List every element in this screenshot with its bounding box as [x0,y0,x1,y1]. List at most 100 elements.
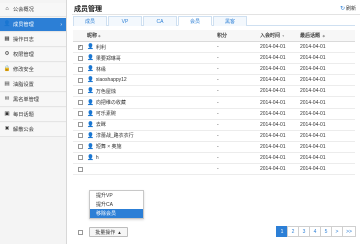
page-link[interactable]: >> [342,226,356,237]
member-joined: 2014-04-01 [260,88,286,95]
row-checkbox[interactable]: ✓ [77,44,83,50]
user-icon: 👤 [87,121,94,128]
tab-3[interactable]: 会员 [178,16,212,26]
member-name[interactable]: 果要郑琳哥 [96,55,121,62]
row-checkbox[interactable] [77,133,83,139]
header-points-label: 积分 [217,33,228,39]
chevron-right-icon: › [60,21,62,28]
user-icon: 👤 [87,66,94,73]
member-name[interactable]: 万色屋烛 [96,88,116,95]
sidebar-item-2[interactable]: ▦ 操作日志 [0,33,66,47]
member-joined: 2014-04-01 [260,143,286,150]
member-name[interactable]: 向把维の收藏 [96,99,126,106]
table-body: ✓ 👤 利利 -2014-04-01 2014-04-01 👤 果要郑琳哥 -2014-04-… [73,42,355,176]
table-row[interactable]: 👤 可乐素碗 - 2014-04-01 2014-04-01 [73,109,355,120]
sidebar-item-6[interactable]: ✉ 黑名单管理 [0,93,66,107]
row-checkbox[interactable] [77,77,83,83]
row-checkbox[interactable] [77,166,83,172]
member-name[interactable]: h [96,155,99,161]
table-row[interactable]: 👤 淳蕾战_路衣衣行 - 2014-04-01 2014-04-01 [73,131,355,142]
table-row[interactable]: ✓ 👤 利利 - 2014-04-01 2014-04-01 [73,42,355,54]
header-joined-label: 入会时间 [260,33,281,39]
tab-0[interactable]: 成员 [73,16,107,26]
sidebar-item-label: 成员管理 [13,22,34,28]
bulk-option[interactable]: 提升CA [90,200,143,209]
sidebar-item-label: 黑名单管理 [13,97,39,103]
member-last: 2014-04-01 [300,77,326,84]
tab-2[interactable]: CA [143,16,177,26]
member-joined: 2014-04-01 [260,121,286,128]
header-points[interactable]: 积分 [217,32,260,39]
member-points: - [217,88,219,95]
member-joined: 2014-04-01 [260,66,286,73]
table-row[interactable]: 👤 万色屋烛 - 2014-04-01 2014-04-01 [73,86,355,98]
member-points: - [217,143,219,150]
sidebar-item-4[interactable]: 🔒 修改安全 [0,63,66,77]
row-checkbox[interactable] [77,155,83,161]
tab-4[interactable]: 黑客 [213,16,247,26]
member-joined: 2014-04-01 [260,110,286,117]
sidebar-item-7[interactable]: ▣ 每日话题 [0,108,66,122]
user-icon: 👤 [87,44,94,51]
member-points: - [217,66,219,73]
member-name[interactable]: 去眯 [96,121,106,128]
sidebar-item-1[interactable]: 👤 成员管理 › [0,18,66,32]
sidebar-item-0[interactable]: ⌂ 公会概况 [0,3,66,17]
table-row[interactable]: - 2014-04-01 2014-04-01 [73,164,355,176]
tab-1[interactable]: VP [108,16,142,26]
member-name[interactable]: 短舞 × 奥施 [96,143,122,150]
sidebar-item-5[interactable]: ▤ 油脂设置 [0,78,66,92]
user-icon: 👤 [87,143,94,150]
member-joined: 2014-04-01 [260,166,286,173]
table-row[interactable]: 👤 向把维の收藏 - 2014-04-01 2014-04-01 [73,97,355,109]
header-name[interactable]: 昵称 ◆ [87,32,217,39]
member-points: - [217,99,219,106]
calendar-icon: ▦ [4,35,10,42]
member-points: - [217,77,219,84]
member-name[interactable]: 林缘 [96,66,106,73]
member-last: 2014-04-01 [300,166,326,173]
select-all-checkbox[interactable] [78,230,83,237]
chevron-up-icon: ▲ [117,229,122,235]
row-checkbox[interactable] [77,88,83,94]
refresh-button[interactable]: ↻ 刷新 [340,5,356,12]
user-icon: 👤 [87,77,94,84]
table-row[interactable]: 👤 短舞 × 奥施 - 2014-04-01 2014-04-01 [73,142,355,153]
user-icon: 👤 [87,110,94,117]
member-last: 2014-04-01 [300,154,326,161]
bulk-action-button[interactable]: 批量操作 ▲ [89,227,128,237]
header-last[interactable]: 最后话题 ◆ [300,32,344,39]
table-row[interactable]: 👤 xiaoshappy12 - 2014-04-01 2014-04-01 [73,75,355,87]
sidebar-item-3[interactable]: ⚙ 权限管理 [0,48,66,62]
table-row[interactable]: 👤 h - 2014-04-01 2014-04-01 [73,153,355,165]
bulk-option[interactable]: 移除会员 [90,209,143,218]
member-joined: 2014-04-01 [260,99,286,106]
row-checkbox[interactable] [77,66,83,72]
row-checkbox[interactable] [77,122,83,128]
header-last-label: 最后话题 [300,33,321,39]
row-checkbox[interactable] [77,111,83,117]
member-name[interactable]: xiaoshappy12 [96,77,127,83]
bulk-option[interactable]: 提升VP [90,191,143,200]
member-name[interactable]: 利利 [96,44,106,51]
table-row[interactable]: 👤 林缘 - 2014-04-01 2014-04-01 [73,64,355,76]
member-joined: 2014-04-01 [260,132,286,139]
sidebar-item-8[interactable]: ✖ 解散公会 [0,123,66,137]
row-checkbox[interactable] [77,100,83,106]
sort-icon: ▾ [282,34,285,38]
member-points: - [217,166,219,173]
row-checkbox[interactable] [77,144,83,150]
bulk-action-menu: 提升VP 提升CA 移除会员 [89,190,144,219]
member-name[interactable]: 淳蕾战_路衣衣行 [96,132,134,139]
row-checkbox[interactable] [77,55,83,61]
member-name[interactable]: 可乐素碗 [96,110,116,117]
member-joined: 2014-04-01 [260,154,286,161]
user-icon: 👤 [87,55,94,62]
member-points: - [217,44,219,51]
member-last: 2014-04-01 [300,132,326,139]
sort-icon: ◆ [322,34,326,38]
member-last: 2014-04-01 [300,55,326,62]
header-joined[interactable]: 入会时间 ▾ [260,32,300,39]
table-row[interactable]: 👤 去眯 - 2014-04-01 2014-04-01 [73,120,355,131]
table-row[interactable]: 👤 果要郑琳哥 - 2014-04-01 2014-04-01 [73,53,355,65]
